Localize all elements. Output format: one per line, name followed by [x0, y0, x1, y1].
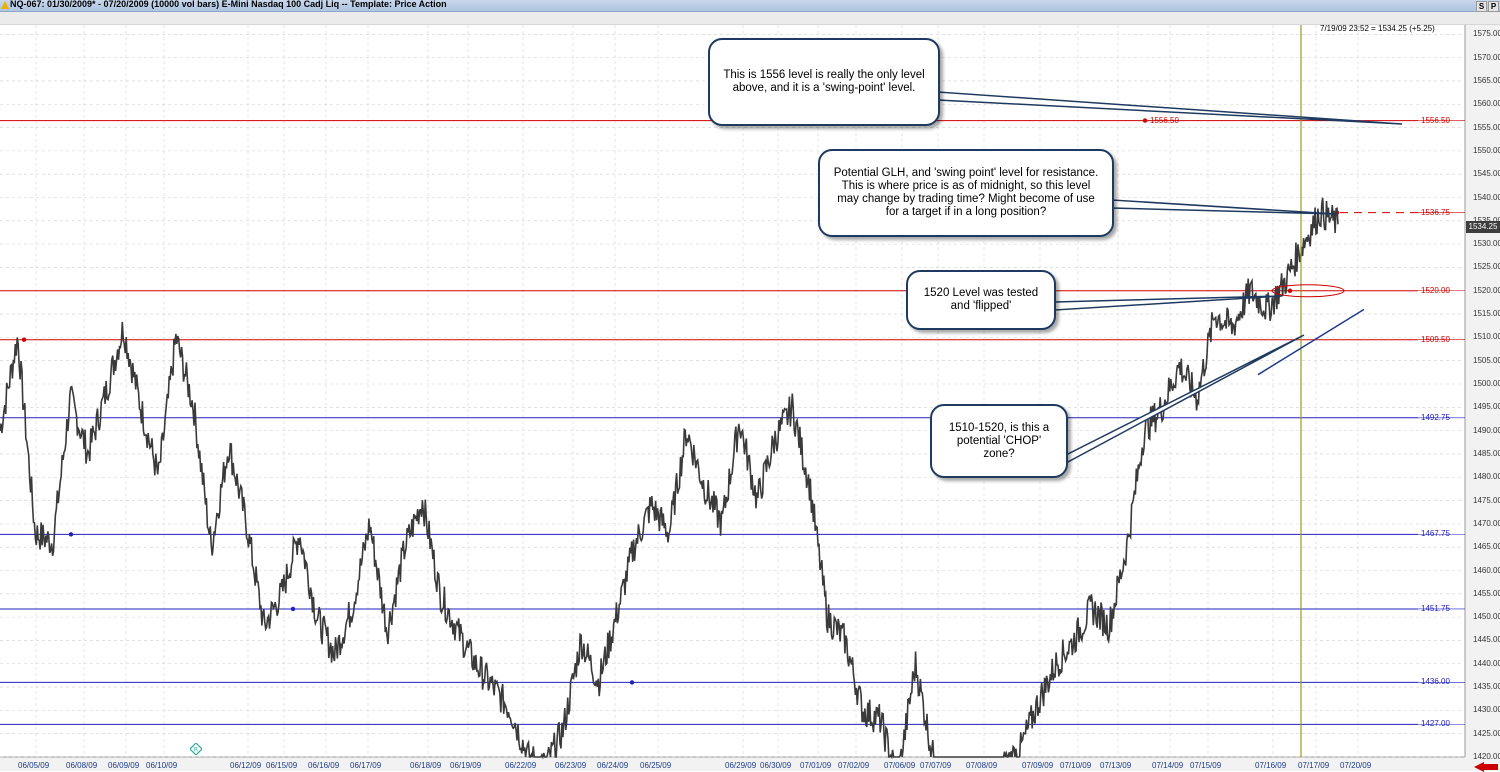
x-tick-label: 06/10/09	[146, 761, 178, 770]
level-label: 1436.00	[1421, 677, 1450, 687]
callout-1520-text: 1520 Level was tested and 'flipped'	[923, 287, 1039, 312]
y-tick-label: 1490.00	[1473, 425, 1500, 435]
current-price-tag: 1534.25	[1466, 221, 1500, 233]
level-label: 1536.75	[1421, 207, 1450, 217]
level-dot-label: 1556.50	[1150, 115, 1179, 125]
callout-1520-level[interactable]: 1520 Level was tested and 'flipped'	[906, 270, 1056, 330]
x-tick-label: 06/25/09	[640, 761, 672, 770]
x-tick-label: 07/06/09	[884, 761, 916, 770]
y-tick-label: 1450.00	[1473, 612, 1500, 622]
x-tick-label: 06/09/09	[108, 761, 140, 770]
y-tick-label: 1465.00	[1473, 542, 1500, 552]
x-tick-label: 06/23/09	[555, 761, 587, 770]
x-tick-label: 06/22/09	[505, 761, 537, 770]
callout-1556-text: This is 1556 level is really the only le…	[723, 69, 925, 94]
y-tick-label: 1495.00	[1473, 402, 1500, 412]
x-tick-label: 07/02/09	[838, 761, 870, 770]
y-tick-label: 1420.00	[1473, 752, 1500, 761]
level-label: 1509.50	[1421, 334, 1450, 344]
x-tick-label: 07/09/09	[1022, 761, 1054, 770]
y-tick-label: 1460.00	[1473, 565, 1500, 575]
y-tick-label: 1480.00	[1473, 472, 1500, 482]
y-tick-label: 1470.00	[1473, 518, 1500, 528]
callout-chop-zone[interactable]: 1510-1520, is this a potential 'CHOP' zo…	[930, 404, 1068, 478]
level-anchor-dot	[290, 606, 296, 612]
y-tick-label: 1540.00	[1473, 192, 1500, 202]
level-anchor-dot	[629, 680, 635, 685]
x-tick-label: 07/16/09	[1255, 761, 1287, 770]
y-tick-label: 1515.00	[1473, 309, 1500, 319]
y-tick-label: 1565.00	[1473, 75, 1500, 85]
callout-glh-pointer	[1111, 199, 1337, 215]
level-anchor-dot	[21, 337, 27, 342]
callout-1520-pointer	[1054, 295, 1283, 311]
y-tick-label: 1545.00	[1473, 169, 1500, 179]
callout-glh-level[interactable]: Potential GLH, and 'swing point' level f…	[818, 149, 1114, 237]
x-tick-label: 07/14/09	[1152, 761, 1184, 770]
level-anchor-dot	[1287, 288, 1293, 293]
level-label: 1556.50	[1421, 115, 1450, 125]
x-tick-label: 06/29/09	[725, 761, 757, 770]
x-tick-label: 06/30/09	[760, 761, 792, 770]
callout-glh-text: Potential GLH, and 'swing point' level f…	[833, 167, 1099, 218]
y-tick-label: 1570.00	[1473, 52, 1500, 62]
y-tick-label: 1430.00	[1473, 705, 1500, 715]
y-tick-label: 1485.00	[1473, 448, 1500, 458]
y-tick-label: 1575.00	[1473, 29, 1500, 39]
level-anchor-dot	[1142, 118, 1148, 123]
y-tick-label: 1445.00	[1473, 635, 1500, 645]
callout-chop-text: 1510-1520, is this a potential 'CHOP' zo…	[948, 421, 1050, 460]
y-tick-label: 1560.00	[1473, 99, 1500, 109]
x-tick-label: 07/08/09	[966, 761, 998, 770]
x-tick-label: 06/17/09	[350, 761, 382, 770]
x-tick-label: 07/15/09	[1190, 761, 1222, 770]
y-tick-label: 1435.00	[1473, 682, 1500, 692]
x-tick-label: 06/24/09	[597, 761, 629, 770]
y-tick-label: 1455.00	[1473, 588, 1500, 598]
x-tick-label: 07/13/09	[1100, 761, 1132, 770]
level-label: 1467.75	[1421, 529, 1450, 539]
y-tick-label: 1530.00	[1473, 239, 1500, 249]
trend-line	[1257, 308, 1365, 376]
x-tick-label: 06/12/09	[230, 761, 262, 770]
x-tick-label: 07/17/09	[1298, 761, 1330, 770]
y-tick-label: 1500.00	[1473, 379, 1500, 388]
x-tick-label: 07/20/09	[1340, 761, 1372, 770]
x-tick-label: 07/10/09	[1060, 761, 1092, 770]
x-tick-label: 06/05/09	[18, 761, 50, 770]
x-tick-label: 06/18/09	[410, 761, 442, 770]
x-tick-label: 06/08/09	[66, 761, 98, 770]
level-label: 1520.00	[1421, 285, 1450, 295]
x-tick-label: 07/01/09	[800, 761, 832, 770]
y-tick-label: 1510.00	[1473, 332, 1500, 342]
y-tick-label: 1475.00	[1473, 495, 1500, 505]
y-axis-panel	[1465, 25, 1500, 760]
level-label: 1451.75	[1421, 603, 1450, 613]
callout-chop-pointer	[1065, 334, 1305, 465]
x-tick-label: 06/15/09	[266, 761, 298, 770]
x-tick-label: 06/19/09	[450, 761, 482, 770]
callout-1556-level[interactable]: This is 1556 level is really the only le…	[708, 38, 940, 126]
y-tick-label: 1425.00	[1473, 728, 1500, 738]
level-label: 1427.00	[1421, 719, 1450, 729]
level-anchor-dot	[68, 532, 74, 537]
diamond-marker-icon[interactable]: R	[190, 743, 202, 755]
svg-text:R: R	[194, 747, 198, 754]
y-tick-label: 1440.00	[1473, 658, 1500, 668]
level-label: 1492.75	[1421, 412, 1450, 422]
y-tick-label: 1550.00	[1473, 145, 1500, 155]
x-tick-label: 06/16/09	[308, 761, 340, 770]
y-tick-label: 1505.00	[1473, 355, 1500, 365]
scroll-arrow-tail	[1484, 764, 1498, 770]
y-tick-label: 1555.00	[1473, 122, 1500, 132]
x-tick-label: 07/07/09	[920, 761, 952, 770]
y-tick-label: 1520.00	[1473, 285, 1500, 295]
y-tick-label: 1525.00	[1473, 262, 1500, 272]
